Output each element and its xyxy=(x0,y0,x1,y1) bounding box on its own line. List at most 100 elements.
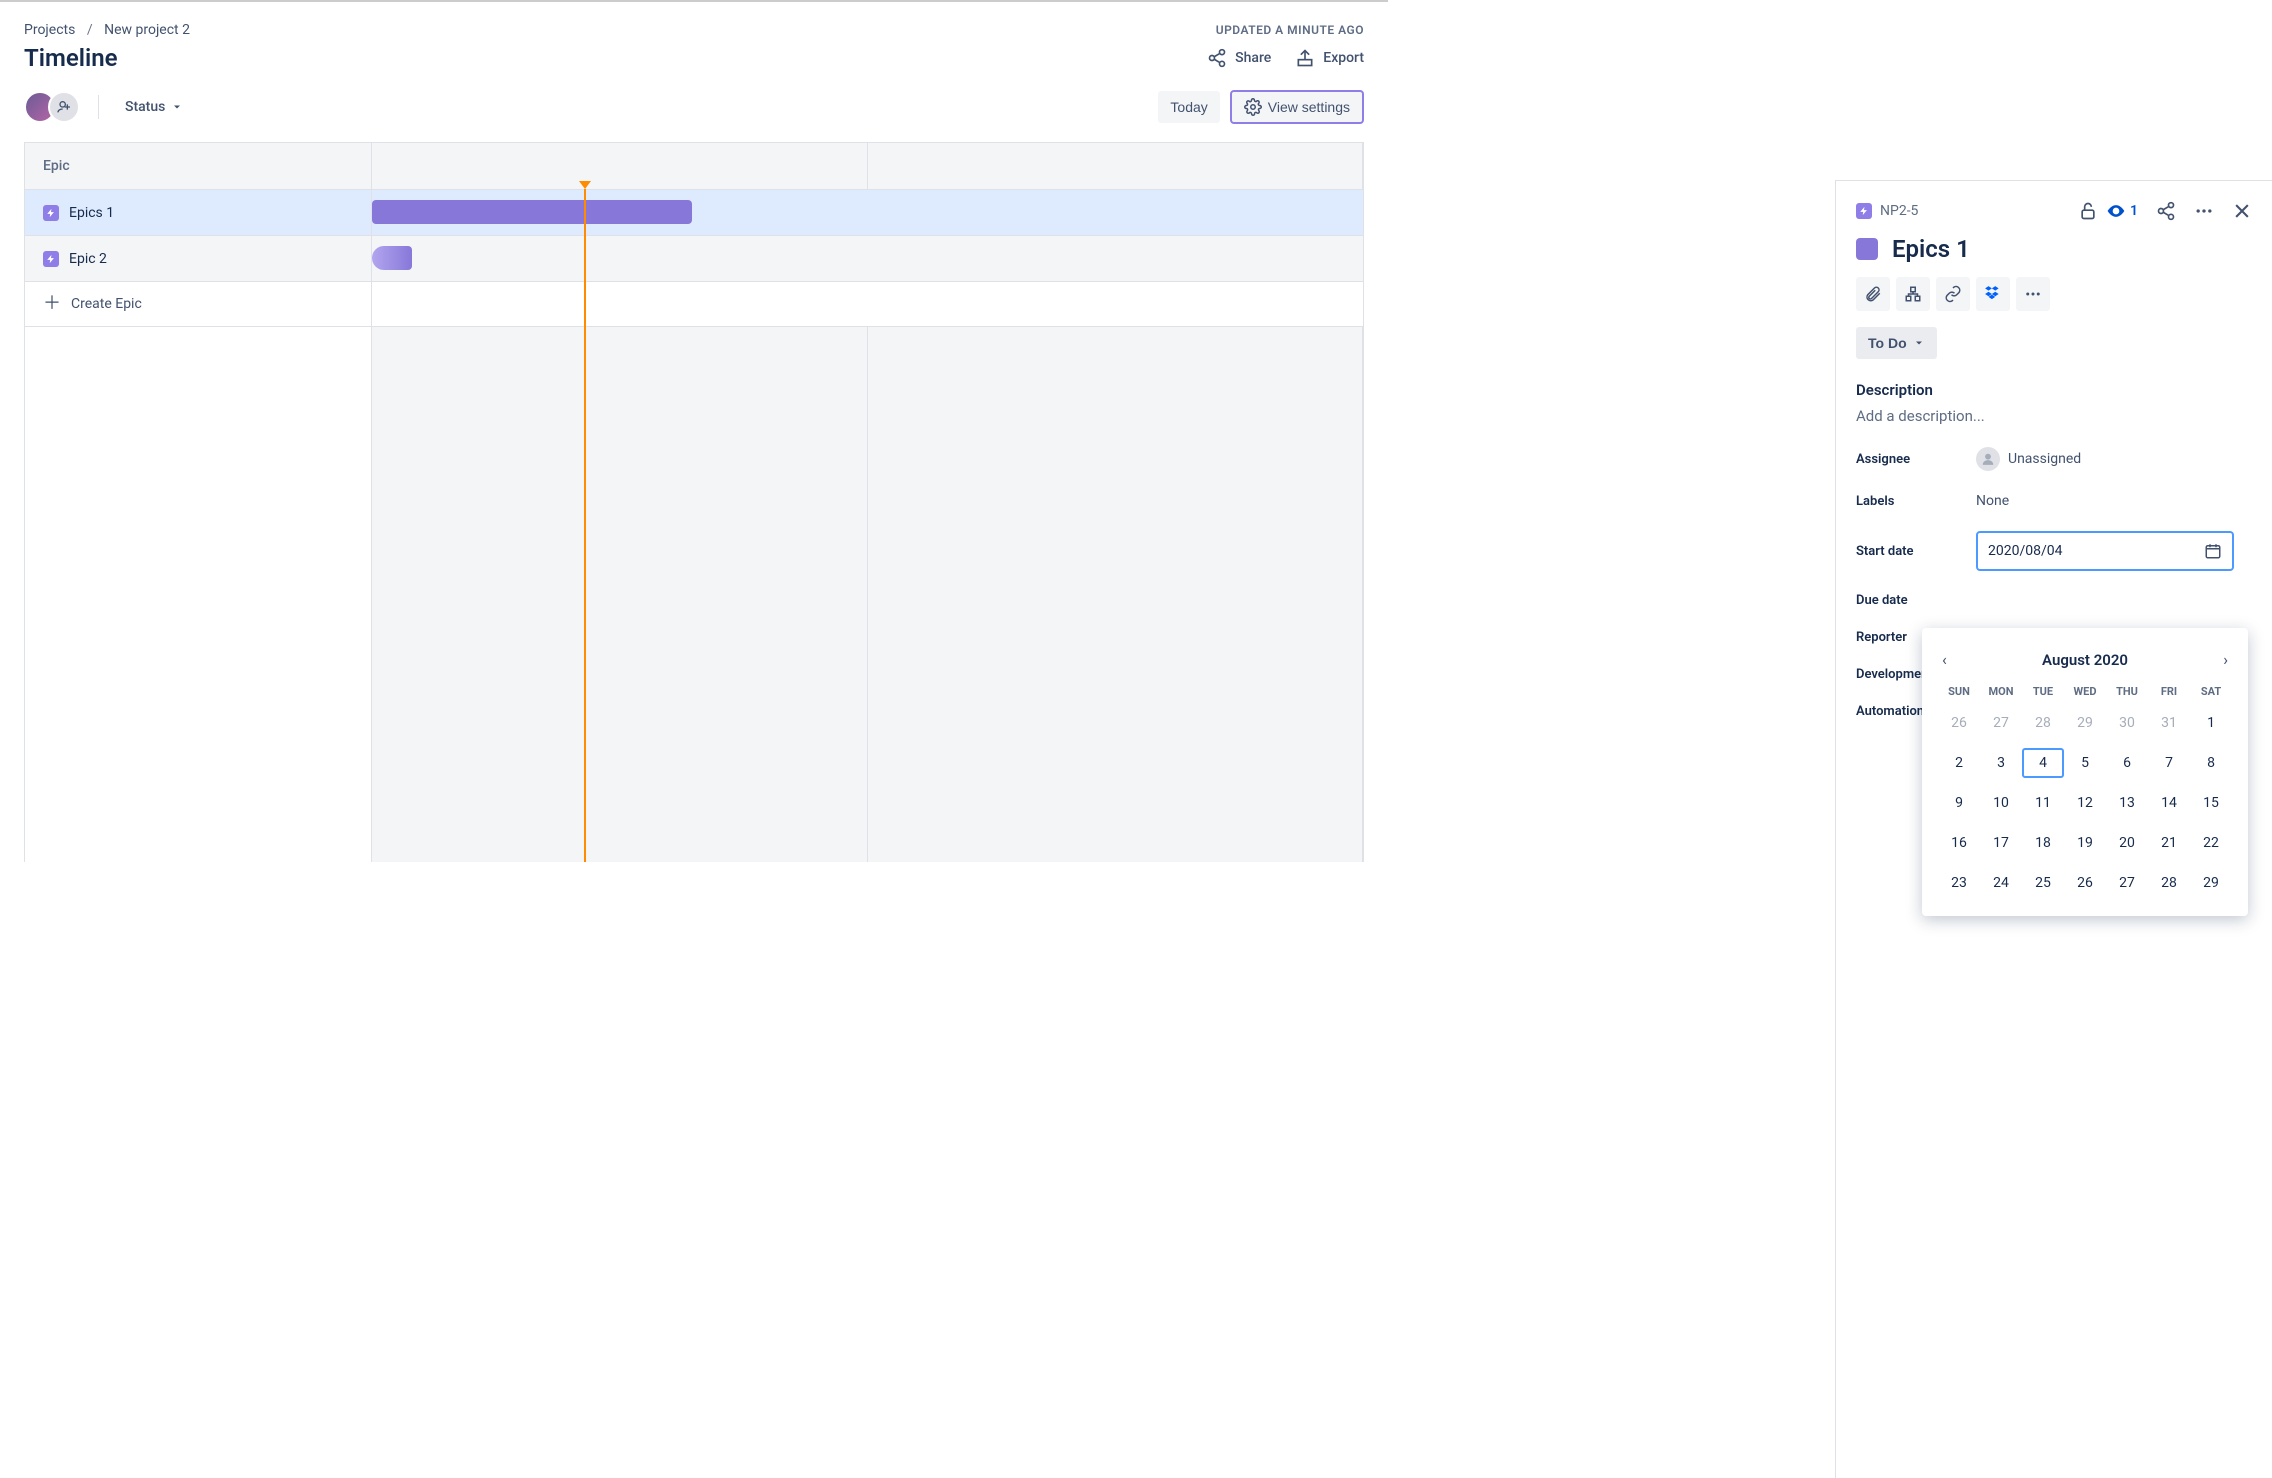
cal-day[interactable]: 17 xyxy=(1980,828,2022,858)
cal-day[interactable]: 16 xyxy=(1938,828,1980,858)
add-user-avatar[interactable] xyxy=(48,91,80,123)
add-child-button[interactable] xyxy=(1896,277,1930,311)
cal-day[interactable]: 22 xyxy=(2190,828,2232,858)
labels-value[interactable]: None xyxy=(1976,493,2252,509)
panel-close-button[interactable] xyxy=(2232,201,2252,221)
description-placeholder[interactable]: Add a description... xyxy=(1856,407,2252,425)
cal-day[interactable]: 30 xyxy=(2106,708,2148,738)
cal-day[interactable]: 18 xyxy=(2022,828,2064,858)
epic-name: Epic 2 xyxy=(69,251,107,267)
calendar-icon xyxy=(2204,542,2222,560)
epic-color-swatch[interactable] xyxy=(1856,238,1878,260)
cal-next-button[interactable]: › xyxy=(2219,646,2232,673)
cal-day[interactable]: 31 xyxy=(2148,708,2190,738)
cal-day[interactable]: 23 xyxy=(1938,868,1980,898)
eye-icon xyxy=(2106,201,2126,221)
cal-day[interactable]: 26 xyxy=(1938,708,1980,738)
epic-header-label: Epic xyxy=(43,158,70,174)
cal-day[interactable]: 28 xyxy=(2148,868,2190,898)
assignee-value[interactable]: Unassigned xyxy=(1976,447,2252,471)
cal-dow: SUN xyxy=(1938,685,1980,698)
attach-button[interactable] xyxy=(1856,277,1890,311)
export-button[interactable]: Export xyxy=(1295,48,1364,68)
cal-day[interactable]: 21 xyxy=(2148,828,2190,858)
lock-button[interactable] xyxy=(2078,201,2098,221)
cal-day[interactable]: 20 xyxy=(2106,828,2148,858)
cal-day[interactable]: 3 xyxy=(1980,748,2022,778)
today-button[interactable]: Today xyxy=(1158,91,1219,123)
paperclip-icon xyxy=(1864,285,1882,303)
cal-day[interactable]: 25 xyxy=(2022,868,2064,898)
epic-name: Epics 1 xyxy=(69,205,114,221)
status-filter[interactable]: Status xyxy=(117,93,191,121)
cal-day[interactable]: 26 xyxy=(2064,868,2106,898)
view-settings-button[interactable]: View settings xyxy=(1230,90,1364,124)
issue-status-button[interactable]: To Do xyxy=(1856,327,1937,359)
cal-day[interactable]: 14 xyxy=(2148,788,2190,818)
view-settings-label: View settings xyxy=(1268,99,1350,115)
cal-title: August 2020 xyxy=(2042,651,2128,669)
issue-id[interactable]: NP2-5 xyxy=(1856,203,1918,219)
create-epic-button[interactable]: ＋ Create Epic xyxy=(25,281,371,327)
issue-status-label: To Do xyxy=(1868,335,1907,351)
chevron-down-icon xyxy=(1913,337,1925,349)
cal-day[interactable]: 6 xyxy=(2106,748,2148,778)
link-icon xyxy=(1944,285,1962,303)
cal-day[interactable]: 15 xyxy=(2190,788,2232,818)
watch-button[interactable]: 1 xyxy=(2106,201,2138,221)
export-label: Export xyxy=(1323,50,1364,66)
unassigned-avatar-icon xyxy=(1976,447,2000,471)
breadcrumb-project[interactable]: New project 2 xyxy=(104,22,190,38)
cal-prev-button[interactable]: ‹ xyxy=(1938,646,1951,673)
toolbar-sep xyxy=(98,95,99,119)
unlock-icon xyxy=(2078,201,2098,221)
breadcrumb-projects[interactable]: Projects xyxy=(24,22,75,38)
epic-bar-1[interactable] xyxy=(372,200,692,224)
cal-day[interactable]: 1 xyxy=(2190,708,2232,738)
issue-title[interactable]: Epics 1 xyxy=(1892,235,1970,263)
link-button[interactable] xyxy=(1936,277,1970,311)
cal-day[interactable]: 24 xyxy=(1980,868,2022,898)
cal-day[interactable]: 27 xyxy=(1980,708,2022,738)
breadcrumb-sep: / xyxy=(87,22,93,38)
cal-day[interactable]: 27 xyxy=(2106,868,2148,898)
cal-day[interactable]: 10 xyxy=(1980,788,2022,818)
cal-day[interactable]: 5 xyxy=(2064,748,2106,778)
cal-day[interactable]: 9 xyxy=(1938,788,1980,818)
cal-day[interactable]: 28 xyxy=(2022,708,2064,738)
epic-bar-2[interactable] xyxy=(372,246,412,270)
cal-day[interactable]: 29 xyxy=(2064,708,2106,738)
date-picker[interactable]: ‹ August 2020 › SUNMONTUEWEDTHUFRISAT262… xyxy=(1922,628,2248,916)
cal-day[interactable]: 11 xyxy=(2022,788,2064,818)
dropbox-icon xyxy=(1984,285,2002,303)
cal-day[interactable]: 8 xyxy=(2190,748,2232,778)
epic-row[interactable]: Epics 1 xyxy=(25,189,371,235)
share-label: Share xyxy=(1235,50,1271,66)
avatar-group[interactable] xyxy=(24,91,80,123)
create-epic-label: Create Epic xyxy=(71,296,142,312)
assignee-text: Unassigned xyxy=(2008,451,2081,467)
cal-day[interactable]: 4 xyxy=(2022,748,2064,778)
updated-text: UPDATED A MINUTE AGO xyxy=(1216,23,1364,37)
page-title: Timeline xyxy=(24,44,118,72)
cal-day[interactable]: 7 xyxy=(2148,748,2190,778)
cal-day[interactable]: 19 xyxy=(2064,828,2106,858)
epic-icon xyxy=(43,205,59,221)
epic-row[interactable]: Epic 2 xyxy=(25,235,371,281)
start-date-input[interactable]: 2020/08/04 xyxy=(1976,531,2234,571)
cal-day[interactable]: 29 xyxy=(2190,868,2232,898)
cal-day[interactable]: 12 xyxy=(2064,788,2106,818)
epic-header: Epic xyxy=(25,143,371,189)
panel-share-button[interactable] xyxy=(2156,201,2176,221)
cal-day[interactable]: 13 xyxy=(2106,788,2148,818)
dropbox-button[interactable] xyxy=(1976,277,2010,311)
panel-more-button[interactable] xyxy=(2194,201,2214,221)
cal-dow: TUE xyxy=(2022,685,2064,698)
cal-dow: MON xyxy=(1980,685,2022,698)
timeline-grid[interactable]: OCT NOV xyxy=(372,143,1363,862)
cal-day[interactable]: 2 xyxy=(1938,748,1980,778)
share-button[interactable]: Share xyxy=(1207,48,1271,68)
panel-actions-more[interactable] xyxy=(2016,277,2050,311)
cal-dow: SAT xyxy=(2190,685,2232,698)
start-date-value: 2020/08/04 xyxy=(1988,543,2063,559)
